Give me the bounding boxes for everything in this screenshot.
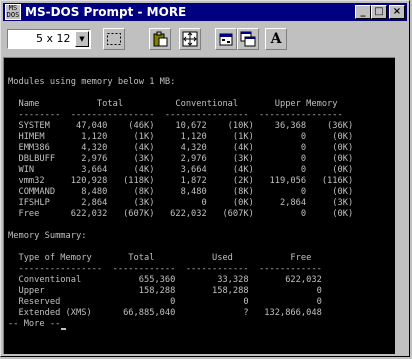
console-line: EMM386 4,320 (4K) 4,320 (4K) 0 (0K): [8, 143, 354, 153]
toolbar: 5 x 12 ▼ A: [3, 23, 407, 57]
paste-button[interactable]: [149, 28, 171, 50]
font-icon: A: [270, 31, 282, 47]
mark-icon: [107, 33, 121, 45]
console-line: Type of Memory Total Used Free: [8, 253, 312, 263]
console-line: Memory Summary:: [8, 231, 87, 241]
background-button[interactable]: [237, 28, 259, 50]
console-line: SYSTEM 47,040 (46K) 10,672 (10K) 36,368 …: [8, 121, 354, 131]
console-lines: Modules using memory below 1 MB: Name To…: [8, 77, 353, 330]
font-size-value: 5 x 12: [36, 32, 71, 45]
maximize-icon: □: [374, 6, 384, 17]
properties-icon: [219, 33, 233, 46]
msdos-icon-text: MS DOS: [6, 4, 20, 19]
console-line: HIMEM 1,120 (1K) 1,120 (1K) 0 (0K): [8, 132, 354, 142]
console-margin: [395, 57, 409, 354]
window: MS DOS MS-DOS Prompt - MORE _ □ × 5 x 12…: [0, 0, 410, 357]
more-prompt: -- More --: [8, 319, 353, 330]
text-cursor: [61, 328, 67, 330]
console-line: DBLBUFF 2,976 (3K) 2,976 (3K) 0 (0K): [8, 154, 354, 164]
fullscreen-icon: [182, 31, 198, 47]
console-line: WIN 3,664 (4K) 3,664 (4K) 0 (0K): [8, 165, 354, 175]
msdos-system-icon[interactable]: MS DOS: [5, 4, 21, 20]
console-line: vmm32 120,928 (118K) 1,872 (2K) 119,056 …: [8, 176, 354, 186]
font-size-select[interactable]: 5 x 12 ▼: [7, 29, 91, 49]
console-line: Reserved 0 0 0: [8, 297, 322, 307]
fullscreen-button[interactable]: [179, 28, 201, 50]
console-line: ---------------- ------------ ----------…: [8, 264, 322, 274]
console-line: Conventional 655,360 33,328 622,032: [8, 275, 322, 285]
console-line: IFSHLP 2,864 (3K) 0 (0K) 2,864 (3K): [8, 198, 354, 208]
chevron-down-icon[interactable]: ▼: [75, 31, 89, 47]
console-output[interactable]: Modules using memory below 1 MB: Name To…: [3, 57, 395, 354]
properties-button[interactable]: [215, 28, 237, 50]
paste-icon: [153, 31, 168, 47]
maximize-button[interactable]: □: [371, 5, 387, 19]
console-line: Free 622,032 (607K) 622,032 (607K) 0 (0K…: [8, 209, 354, 219]
close-icon: ×: [392, 6, 402, 17]
window-title: MS-DOS Prompt - MORE: [25, 5, 187, 19]
console-line: COMMAND 8,480 (8K) 8,480 (8K) 0 (0K): [8, 187, 354, 197]
console-line: Upper 158,288 158,288 0: [8, 286, 322, 296]
console-line: Modules using memory below 1 MB:: [8, 77, 176, 87]
close-button[interactable]: ×: [389, 5, 405, 19]
mark-button[interactable]: [103, 28, 125, 50]
console-line: -------- ---------------- --------------…: [8, 110, 343, 120]
font-button[interactable]: A: [265, 28, 287, 50]
title-bar[interactable]: MS DOS MS-DOS Prompt - MORE _ □ ×: [3, 3, 407, 21]
console-line: Name Total Conventional Upper Memory: [8, 99, 338, 109]
console-line: Extended (XMS) 66,885,040 ? 132,866,048: [8, 308, 322, 318]
minimize-icon: _: [360, 6, 366, 17]
minimize-button[interactable]: _: [355, 5, 371, 19]
background-icon: [240, 31, 256, 47]
